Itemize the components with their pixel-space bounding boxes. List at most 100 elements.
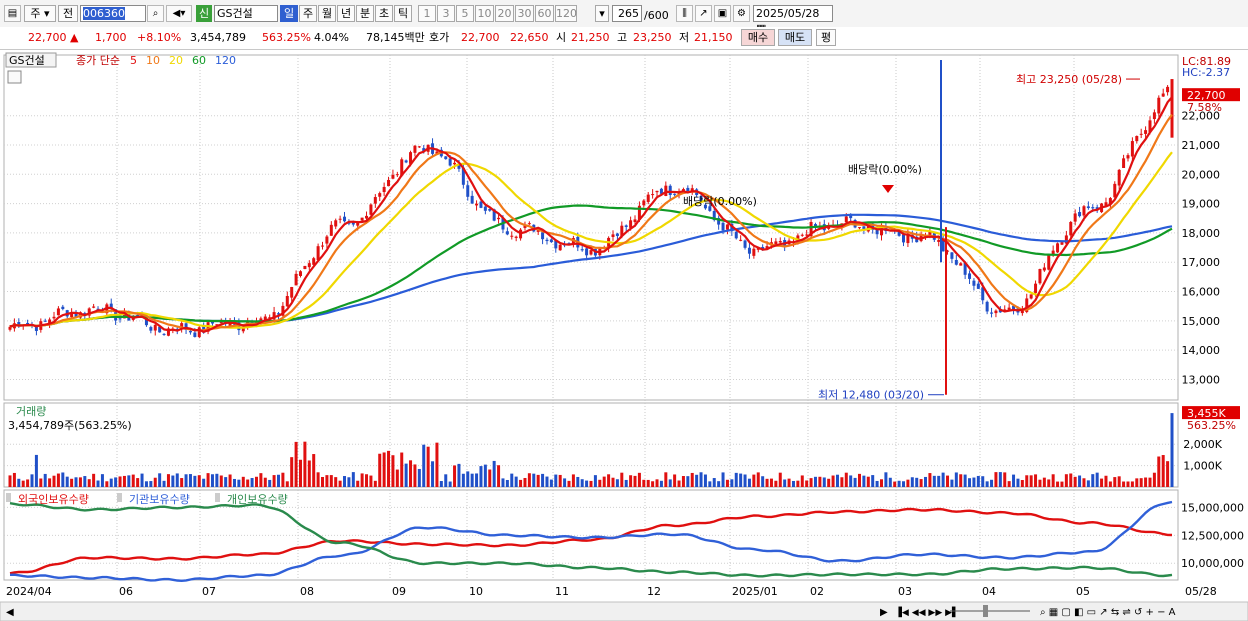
interval-button[interactable]: 30 <box>515 5 534 22</box>
period-tab[interactable]: 월 <box>318 5 336 22</box>
date-input[interactable]: 2025/05/28 ▦ <box>753 5 833 35</box>
candle-body <box>417 146 421 148</box>
period-tab[interactable]: 틱 <box>394 5 412 22</box>
volume-bar <box>800 475 804 487</box>
candle-body <box>505 231 509 235</box>
period-tab[interactable]: 초 <box>375 5 393 22</box>
search-icon[interactable]: ⌕ <box>147 5 164 22</box>
interval-button[interactable]: 3 <box>437 5 455 22</box>
candle-body <box>43 320 47 322</box>
hc-label: HC:-2.37 <box>1182 66 1230 79</box>
candle-body <box>1152 112 1156 120</box>
stock-code-input[interactable]: 006360 <box>80 5 146 22</box>
volume-bar <box>1108 481 1112 487</box>
candle-body <box>1126 155 1130 159</box>
sell-button[interactable]: 매도 <box>778 29 812 46</box>
candle-body <box>153 324 157 331</box>
volume-bar <box>743 474 747 487</box>
holdings-legend-item: 외국인보유수량 <box>18 493 89 506</box>
x-axis-label: 05 <box>1076 585 1090 598</box>
menu-icon[interactable]: ▤ <box>4 5 21 22</box>
holdings-tick-label: 10,000,000 <box>1181 557 1244 570</box>
volume-bar <box>1130 481 1134 487</box>
interval-button[interactable]: 20 <box>495 5 514 22</box>
candle-body <box>1117 169 1121 186</box>
stock-name-field[interactable]: GS건설 <box>214 5 278 22</box>
save-icon[interactable]: ▣ <box>714 5 731 22</box>
volume-bar <box>74 477 78 487</box>
volume-bar <box>505 479 509 487</box>
volume-bar <box>343 476 347 487</box>
interval-button[interactable]: 60 <box>535 5 554 22</box>
interval-dropdown[interactable]: ▾ <box>595 5 609 22</box>
volume-bar <box>52 475 56 487</box>
period-tab[interactable]: 주 <box>299 5 317 22</box>
volume-bar <box>435 442 439 487</box>
volume-bar <box>897 480 901 487</box>
candle-body <box>937 239 941 242</box>
volume-bar <box>492 460 496 487</box>
volume-bar <box>232 478 236 487</box>
volume-bar <box>690 472 694 487</box>
volume-bar <box>510 473 514 487</box>
prev-button[interactable]: 전 <box>58 5 78 22</box>
volume-bar <box>43 473 47 487</box>
volume-bar <box>417 468 421 487</box>
candle-body <box>668 185 672 195</box>
interval-button[interactable]: 120 <box>555 5 577 22</box>
volume-bar <box>254 476 258 487</box>
legend-ma-item: 20 <box>169 54 183 67</box>
period-tab[interactable]: 분 <box>356 5 374 22</box>
interval-button[interactable]: 10 <box>475 5 494 22</box>
interval-button[interactable]: 5 <box>456 5 474 22</box>
low-annotation: 최저 12,480 (03/20) <box>818 389 924 402</box>
candle-body <box>1135 136 1139 142</box>
volume-bar <box>1104 475 1108 487</box>
volume-bar <box>994 472 998 487</box>
speaker-icon[interactable]: ◀▾ <box>166 5 192 22</box>
candle-body <box>325 236 329 244</box>
volume-bar <box>831 475 835 487</box>
candle-body <box>902 234 906 243</box>
volume-bar <box>448 481 452 487</box>
volume-bar <box>453 465 457 487</box>
count-input[interactable]: 265 <box>612 5 642 22</box>
period-tab[interactable]: 일 <box>280 5 298 22</box>
chart-tool-icons: ⌕ ▦ ▢ ◧ ▭ ↗ ⇆ ⇌ ↺ + − A <box>1040 607 1176 618</box>
volume-bar <box>853 477 857 487</box>
zoom-slider-handle <box>983 605 988 617</box>
period-tab[interactable]: 년 <box>337 5 355 22</box>
dividend-annotation: 배당락(0.00%) <box>848 163 922 176</box>
draw-icon[interactable]: ↗ <box>695 5 712 22</box>
volume-bar <box>998 472 1002 487</box>
volume-bar <box>171 475 175 487</box>
volume-bar <box>664 472 668 487</box>
volume-bar <box>497 465 501 487</box>
volume-bar <box>307 460 311 487</box>
stock-chart[interactable]: 22,00021,00020,00019,00018,00017,00016,0… <box>0 50 1248 621</box>
candle-body <box>61 306 65 310</box>
candle-body <box>1113 183 1117 198</box>
volume-bar <box>1056 481 1060 487</box>
buy-button[interactable]: 매수 <box>741 29 775 46</box>
volume-bar <box>611 477 615 487</box>
candle-type-icon[interactable]: ⫼ <box>676 5 693 22</box>
legend-ma-item: 60 <box>192 54 206 67</box>
volume-bar <box>316 472 320 487</box>
market-select[interactable]: 주 ▾ <box>24 5 56 22</box>
volume-bar <box>158 473 162 487</box>
candle-body <box>844 216 848 223</box>
candle-body <box>633 219 637 223</box>
candle-body <box>994 310 998 314</box>
volume-bar <box>827 478 831 487</box>
avg-button[interactable]: 평 <box>816 29 836 46</box>
volume-bar <box>404 463 408 487</box>
interval-button[interactable]: 1 <box>418 5 436 22</box>
volume-bar <box>959 474 963 487</box>
settings-icon[interactable]: ⚙ <box>733 5 750 22</box>
volume-bar <box>1113 477 1117 487</box>
candle-body <box>316 246 320 261</box>
volume-bar <box>118 476 122 487</box>
volume-bar <box>844 472 848 487</box>
candle-body <box>369 204 373 215</box>
